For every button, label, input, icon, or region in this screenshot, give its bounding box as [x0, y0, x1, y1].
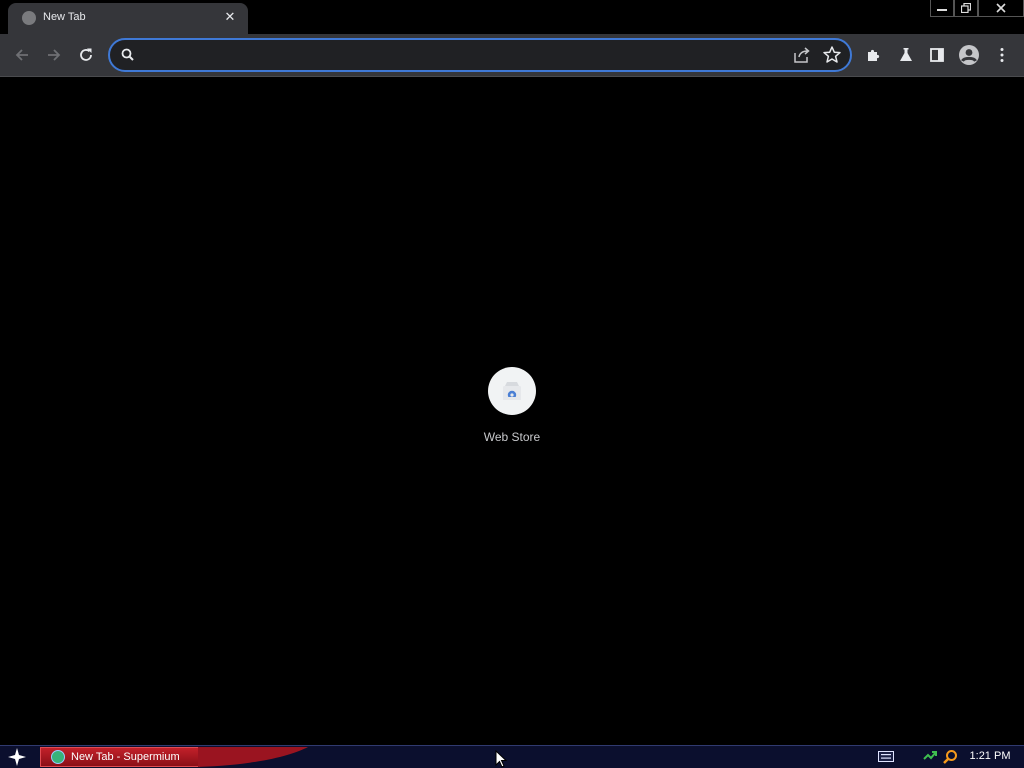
new-tab-page: Web Store [0, 78, 1024, 745]
web-store-icon [503, 382, 521, 400]
forward-arrow-icon [48, 49, 61, 61]
globe-favicon-icon [22, 11, 36, 25]
side-panel-icon [930, 48, 944, 62]
side-panel-button[interactable] [925, 43, 949, 67]
back-button[interactable] [10, 43, 34, 67]
close-window-button[interactable] [978, 0, 1024, 17]
search-icon [121, 48, 134, 61]
bookmark-star-icon[interactable] [822, 45, 842, 65]
taskbar-task-browser[interactable]: New Tab - Supermium [40, 747, 200, 767]
tab-strip: New Tab ✕ [0, 0, 1024, 34]
network-icon[interactable] [922, 749, 938, 765]
browser-window: New Tab ✕ Web Store [0, 0, 1024, 745]
labs-button[interactable] [894, 43, 918, 67]
labs-flask-icon [900, 48, 912, 61]
tab-close-icon[interactable]: ✕ [222, 9, 238, 25]
menu-kebab-icon [1000, 48, 1004, 62]
browser-app-icon [51, 750, 65, 764]
forward-button[interactable] [42, 43, 66, 67]
reload-icon [80, 48, 92, 61]
restore-button[interactable] [954, 0, 978, 17]
profile-button[interactable] [957, 43, 981, 67]
address-input[interactable] [142, 44, 782, 66]
share-icon[interactable] [792, 46, 812, 64]
extensions-button[interactable] [862, 43, 886, 67]
task-label: New Tab - Supermium [71, 751, 180, 763]
shortcut-web-store[interactable]: Web Store [472, 367, 552, 447]
shortcut-tile[interactable] [488, 367, 536, 415]
restore-icon [961, 3, 971, 13]
back-arrow-icon [15, 49, 28, 61]
close-icon [996, 3, 1006, 13]
reload-button[interactable] [74, 43, 98, 67]
profile-avatar-icon [959, 45, 979, 65]
start-star-icon [8, 748, 26, 766]
menu-button[interactable] [990, 43, 1014, 67]
search-icon[interactable] [942, 749, 958, 765]
start-button[interactable] [4, 747, 30, 767]
keyboard-icon[interactable] [878, 751, 894, 762]
taskbar: New Tab - Supermium 1:21 PM [0, 745, 1024, 768]
mouse-cursor-icon [495, 750, 507, 768]
decorative-swoosh [198, 747, 308, 767]
tab-title: New Tab [43, 11, 86, 23]
tab-new-tab[interactable]: New Tab ✕ [8, 3, 248, 34]
window-controls [930, 0, 1024, 18]
omnibox[interactable] [108, 38, 852, 72]
toolbar [0, 34, 1024, 77]
minimize-icon [937, 9, 947, 11]
minimize-button[interactable] [930, 0, 954, 17]
extensions-icon [868, 49, 880, 61]
shortcut-label: Web Store [483, 430, 541, 444]
system-clock[interactable]: 1:21 PM [962, 750, 1018, 762]
